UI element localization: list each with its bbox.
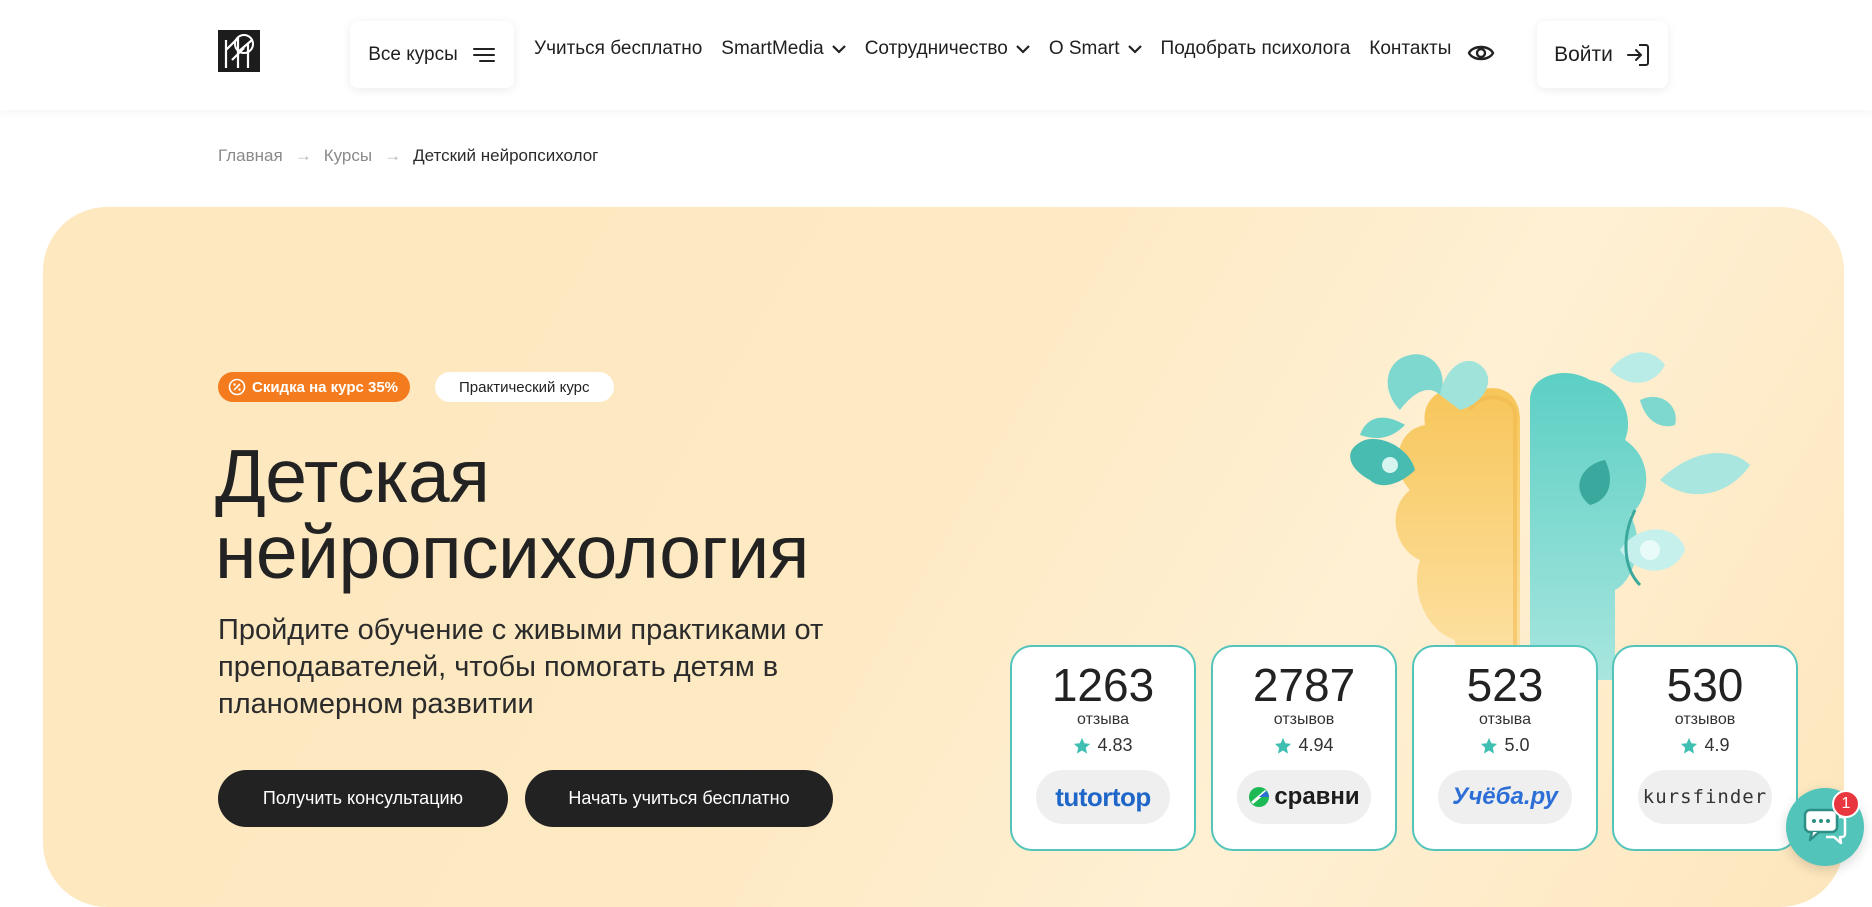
eye-icon[interactable] [1467,41,1495,65]
rating-value: 5.0 [1504,735,1530,755]
all-courses-label: Все курсы [368,43,458,65]
star-icon [1481,737,1498,754]
sravni-logo-icon [1249,787,1270,807]
star-icon [1275,737,1292,754]
main-nav: Учиться бесплатно SmartMedia Сотрудничес… [534,38,1470,60]
breadcrumb-separator: → [384,146,402,165]
review-word: отзывов [1674,711,1736,728]
rating-value: 4.9 [1704,735,1730,755]
nav-label: Учиться бесплатно [534,38,703,59]
star-icon [1681,737,1698,754]
chevron-down-icon [1016,44,1030,54]
start-free-button[interactable]: Начать учиться бесплатно [525,770,833,827]
discount-icon [228,378,246,396]
login-button[interactable]: Войти [1537,21,1668,88]
breadcrumb-current: Детский нейропсихолог [413,146,599,165]
platform-name-wrap: сравни [1248,783,1360,811]
chat-unread-badge: 1 [1832,790,1860,818]
review-rating: 4.83 [1012,735,1194,756]
review-count: 523 [1466,659,1544,711]
nav-label: Сотрудничество [864,38,1008,59]
nav-label: О Smart [1048,38,1120,59]
review-word: отзыва [1479,711,1531,728]
login-label: Войти [1554,42,1613,66]
review-rating: 5.0 [1414,735,1596,756]
hero-subtitle: Пройдите обучение с живыми практиками от… [218,614,824,720]
platform-name: сравни [1274,783,1360,810]
get-consultation-button[interactable]: Получить консультацию [218,770,508,827]
start-free-label: Начать учиться бесплатно [568,788,790,808]
platform-name: Учёба.ру [1452,783,1558,810]
chevron-down-icon [1127,44,1142,54]
review-card-sravni[interactable]: 2787 отзывов 4.94 сравни [1211,645,1397,851]
review-count: 1263 [1051,659,1155,711]
rating-value: 4.94 [1298,735,1334,755]
logo-icon[interactable] [218,30,260,72]
menu-icon [472,47,495,62]
page-title-line1: Детская [215,434,490,518]
review-rating: 4.94 [1213,735,1395,756]
chevron-down-icon [831,44,846,54]
breadcrumb: Главная → Курсы → Детский нейропсихолог [218,146,598,166]
review-count: 530 [1666,659,1744,711]
all-courses-button[interactable]: Все курсы [350,21,514,88]
nav-smartmedia[interactable]: SmartMedia [721,38,846,60]
review-word: отзыва [1077,711,1129,728]
course-type-label: Практический курс [459,378,590,396]
rating-value: 4.83 [1097,735,1133,755]
review-card-tutortop[interactable]: 1263 отзыва 4.83 tutortop [1010,645,1196,851]
review-count: 2787 [1252,659,1356,711]
review-card-kursfinder[interactable]: 530 отзывов 4.9 kursfinder [1612,645,1798,851]
platform-logo: Учёба.ру [1438,770,1572,824]
platform-name: kursfinder [1642,786,1768,808]
platform-logo: kursfinder [1638,770,1772,824]
review-word: отзывов [1273,711,1335,728]
discount-badge: Скидка на курс 35% [218,372,411,402]
breadcrumb-courses[interactable]: Курсы [324,146,372,166]
nav-find-psychologist[interactable]: Подобрать психолога [1161,38,1351,60]
nav-about[interactable]: О Smart [1049,38,1142,60]
course-type-badge: Практический курс [435,372,614,402]
nav-label: Контакты [1369,38,1452,59]
platform-name: tutortop [1055,781,1151,812]
page-title: Детская нейропсихология [215,438,809,590]
get-consultation-label: Получить консультацию [262,788,464,808]
breadcrumb-separator: → [294,146,312,165]
review-rating: 4.9 [1614,735,1796,756]
nav-label: Подобрать психолога [1160,38,1351,59]
page-title-line2: нейропсихология [215,510,809,594]
platform-logo: tutortop [1036,770,1170,824]
discount-label: Скидка на курс 35% [252,378,399,396]
nav-label: SmartMedia [721,38,824,59]
nav-cooperation[interactable]: Сотрудничество [865,38,1030,60]
login-icon [1626,43,1649,66]
platform-logo: сравни [1237,770,1371,824]
brain-illustration [1350,352,1750,680]
nav-contacts[interactable]: Контакты [1369,38,1451,60]
site-header: Все курсы Учиться бесплатно SmartMedia С… [0,0,1872,110]
star-icon [1074,737,1091,754]
review-card-ucheba[interactable]: 523 отзыва 5.0 Учёба.ру [1412,645,1598,851]
breadcrumb-home[interactable]: Главная [218,146,283,166]
nav-learn-free[interactable]: Учиться бесплатно [534,38,702,60]
